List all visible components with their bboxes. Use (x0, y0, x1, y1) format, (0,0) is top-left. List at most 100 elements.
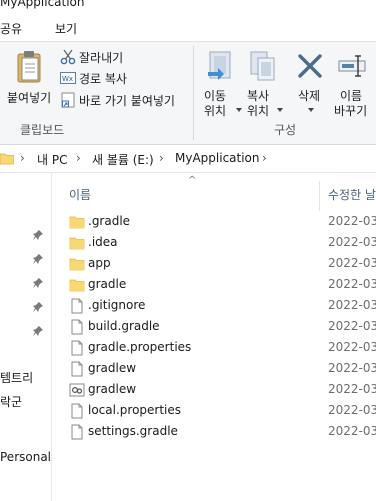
file-name: .gradle (88, 214, 131, 228)
file-row[interactable]: .idea 2022-03 (53, 233, 376, 254)
file-modified-date: 2022-03 (328, 298, 376, 312)
file-name: local.properties (88, 403, 182, 417)
copy-path-icon: Wx (60, 72, 76, 84)
tab-view[interactable]: 보기 (55, 20, 77, 37)
copy-to-icon (250, 51, 275, 81)
copy-path-label: 경로 복사 (79, 72, 127, 86)
pin-icon[interactable] (32, 229, 44, 241)
file-row[interactable]: gradle.properties 2022-03 (53, 338, 376, 359)
paste-shortcut-icon (61, 92, 75, 108)
file-icon (69, 340, 85, 356)
file-name: settings.gradle (88, 424, 178, 438)
file-modified-date: 2022-03 (328, 361, 376, 375)
tab-share[interactable]: 공유 (0, 20, 22, 37)
file-name: .idea (88, 235, 118, 249)
file-row[interactable]: app 2022-03 (53, 254, 376, 275)
delete-label: 삭제 (298, 89, 321, 103)
file-row[interactable]: build.gradle 2022-03 (53, 317, 376, 338)
file-icon (69, 403, 85, 419)
file-modified-date: 2022-03 (328, 424, 376, 438)
pin-icon[interactable] (32, 277, 44, 289)
pin-icon[interactable] (32, 253, 44, 265)
file-row[interactable]: settings.gradle 2022-03 (53, 422, 376, 443)
column-header-modified[interactable]: 수정한 날 (328, 186, 376, 203)
file-modified-date: 2022-03 (328, 235, 376, 249)
clipboard-group-label: 클립보드 (20, 123, 65, 137)
address-bar[interactable]: › 내 PC › 새 볼륨 (E:) › MyApplication › (0, 145, 376, 173)
breadcrumb-volume-e[interactable]: 새 볼륨 (E:) (92, 151, 154, 168)
column-divider[interactable] (319, 181, 320, 211)
breadcrumb-this-pc[interactable]: 내 PC (37, 151, 67, 168)
cut-button[interactable]: 잘라내기 (60, 48, 160, 66)
file-row[interactable]: gradle 2022-03 (53, 275, 376, 296)
folder-icon (69, 256, 85, 272)
ribbon-tabs: 공유 보기 (0, 13, 376, 41)
file-modified-date: 2022-03 (328, 256, 376, 270)
delete-button[interactable]: 삭제 (292, 46, 328, 118)
file-row[interactable]: gradlew 2022-03 (53, 380, 376, 401)
folder-icon (69, 277, 85, 293)
cut-label: 잘라내기 (79, 51, 124, 65)
window-title: MyApplication (0, 0, 85, 9)
nav-item[interactable]: Personal (0, 450, 51, 464)
file-modified-date: 2022-03 (328, 319, 376, 333)
chevron-right-icon: › (20, 151, 25, 165)
file-modified-date: 2022-03 (328, 214, 376, 228)
paste-shortcut-button[interactable]: 바로 가기 붙여넣기 (60, 91, 190, 109)
file-name: .gitignore (88, 298, 146, 312)
rename-label-line2: 바꾸기 (334, 104, 368, 118)
copy-path-button[interactable]: Wx 경로 복사 (60, 69, 160, 87)
file-icon (69, 298, 85, 314)
pin-icon[interactable] (32, 325, 44, 337)
pin-icon[interactable] (32, 301, 44, 313)
title-bar: MyApplication (0, 0, 376, 13)
svg-text:Wx: Wx (62, 75, 73, 83)
move-to-icon (208, 51, 231, 80)
file-name: gradlew (88, 361, 137, 375)
file-row[interactable]: .gitignore 2022-03 (53, 296, 376, 317)
organize-group-label: 구성 (274, 123, 297, 137)
paste-icon (17, 51, 41, 83)
file-modified-date: 2022-03 (328, 403, 376, 417)
file-icon (69, 424, 85, 440)
file-modified-date: 2022-03 (328, 340, 376, 354)
navigation-pane: 템트리 락군 Personal (0, 173, 52, 501)
file-row[interactable]: .gradle 2022-03 (53, 212, 376, 233)
file-list: ^ 이름 수정한 날 .gradle 2022-03 .idea 2022-03 app… (53, 173, 376, 501)
ribbon-separator (193, 46, 194, 140)
file-name: gradlew (88, 382, 137, 396)
file-icon (69, 319, 85, 335)
file-row[interactable]: local.properties 2022-03 (53, 401, 376, 422)
ribbon: 붙여넣기 잘라내기 Wx 경로 복사 바로 가기 붙여넣기 클립보드 이동 위치… (0, 41, 376, 145)
paste-button[interactable]: 붙여넣기 (4, 46, 52, 106)
file-row[interactable]: gradlew 2022-03 (53, 359, 376, 380)
file-icon (69, 361, 85, 377)
scissors-icon (60, 49, 76, 65)
nav-item[interactable]: 템트리 (0, 369, 33, 386)
column-header-name[interactable]: 이름 (69, 186, 91, 203)
paste-label: 붙여넣기 (7, 91, 52, 105)
file-modified-date: 2022-03 (328, 277, 376, 291)
chevron-right-icon: › (159, 151, 164, 165)
rename-icon (338, 55, 366, 77)
delete-x-icon (298, 54, 322, 78)
file-name: build.gradle (88, 319, 160, 333)
nav-item[interactable]: 락군 (0, 393, 22, 410)
move-to-button[interactable]: 이동 위치 (198, 46, 242, 118)
folder-icon (69, 235, 85, 251)
folder-icon (0, 153, 14, 165)
copy-to-button[interactable]: 복사 위치 (241, 46, 283, 118)
copy-to-dropdown-icon (277, 108, 283, 112)
folder-icon (69, 214, 85, 230)
file-name: gradle (88, 277, 127, 291)
rename-button[interactable]: 이름 바꾸기 (332, 46, 376, 118)
chevron-right-icon: › (76, 151, 81, 165)
file-name: gradle.properties (88, 340, 192, 354)
breadcrumb-myapplication[interactable]: MyApplication (175, 151, 260, 165)
file-name: app (88, 256, 111, 270)
chevron-right-icon: › (262, 151, 267, 165)
delete-dropdown-icon (308, 108, 314, 112)
batch-file-icon (69, 382, 85, 398)
paste-shortcut-label: 바로 가기 붙여넣기 (79, 94, 175, 108)
file-modified-date: 2022-03 (328, 382, 376, 396)
